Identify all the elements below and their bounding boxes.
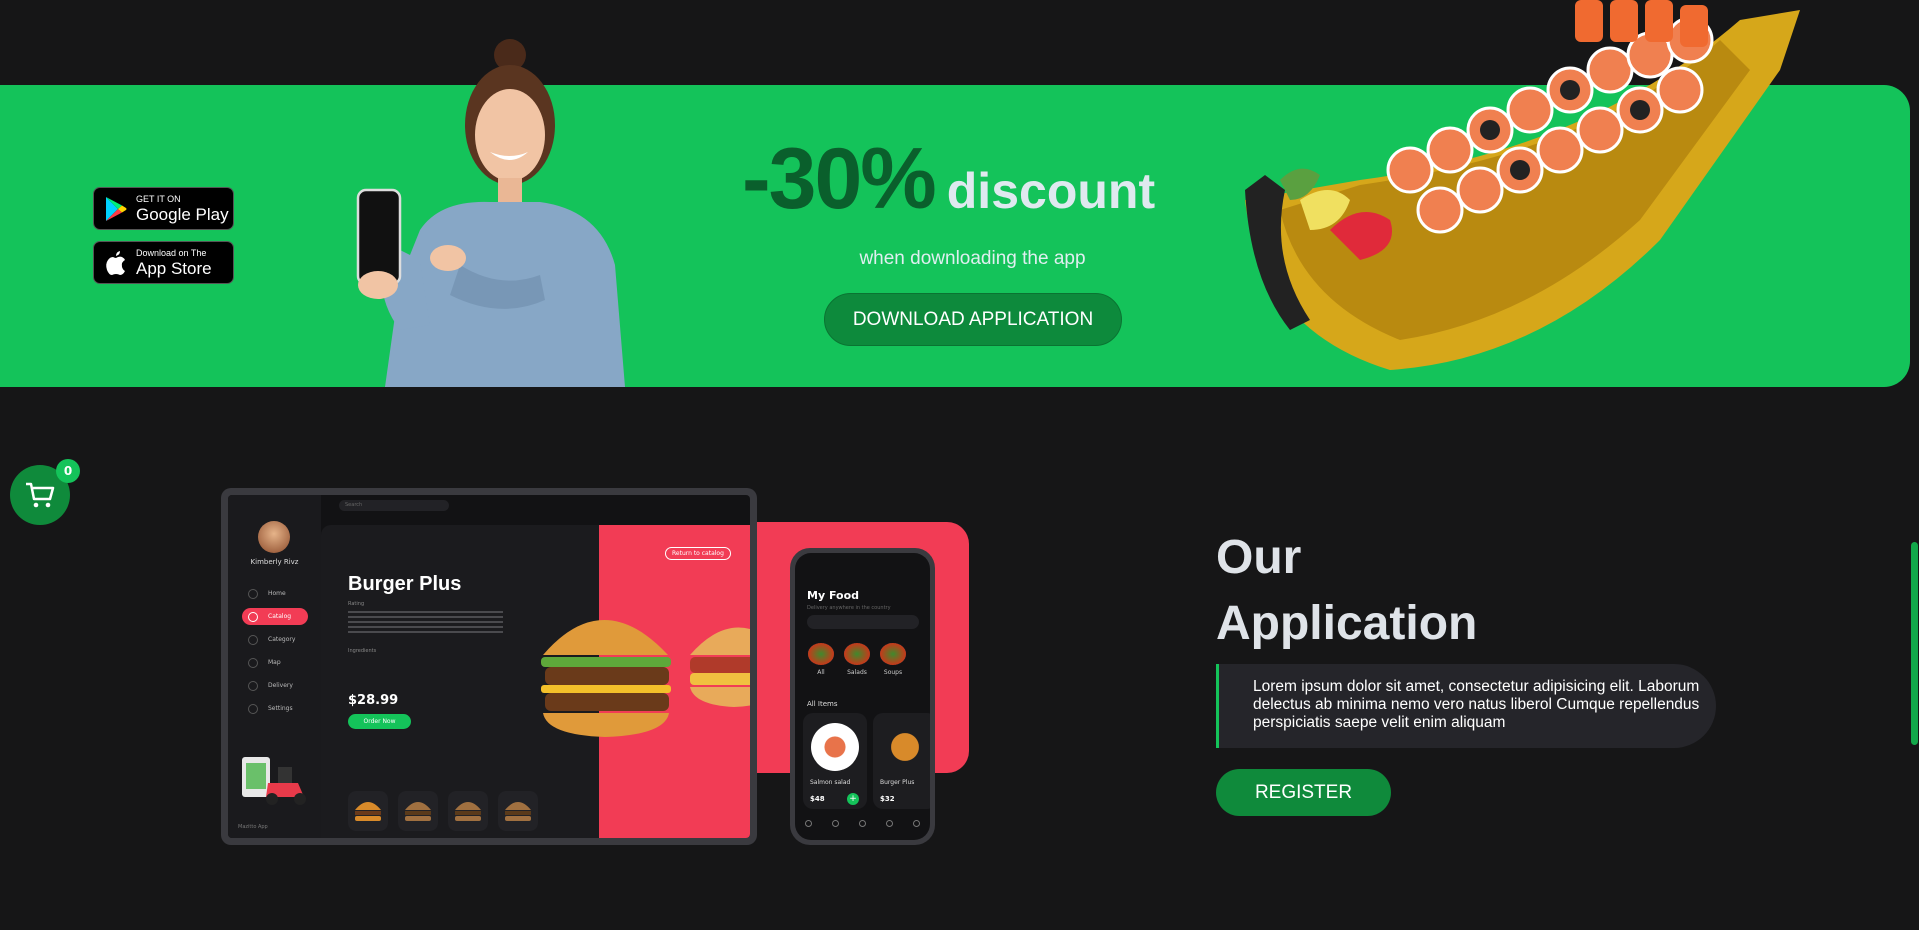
phone-mockup-image: My Food Delivery anywhere in the country… (790, 548, 935, 845)
section-title-line1: Our (1216, 531, 1302, 584)
discount-word: discount (946, 163, 1156, 219)
phone-item-price: $32 (880, 795, 895, 803)
phone-item-name: Salmon salad (810, 779, 851, 786)
tablet-mockup-image: Kimberly Rivz Home Catalog Category Map … (221, 488, 757, 845)
download-application-button[interactable]: DOWNLOAD APPLICATION (824, 293, 1122, 346)
burger-thumbnail (448, 791, 488, 831)
phone-subtitle: Delivery anywhere in the country (807, 605, 891, 611)
section-description: Lorem ipsum dolor sit amet, consectetur … (1216, 664, 1716, 748)
add-icon: + (847, 793, 859, 805)
phone-title: My Food (807, 589, 860, 602)
tablet-rating-label: Rating (348, 601, 365, 607)
burger-image (881, 723, 929, 771)
sushi-boat-image (1245, 0, 1800, 370)
tablet-thumbnails (348, 791, 538, 831)
salmon-salad-image (811, 723, 859, 771)
tablet-nav-settings: Settings (242, 700, 308, 717)
discount-subtext: when downloading the app (859, 248, 1086, 269)
burger-hero-image (541, 620, 671, 737)
phone-tabbar (805, 820, 920, 832)
section-title-line2: Application (1216, 597, 1478, 650)
tablet-product-price: $28.99 (348, 693, 399, 708)
discount-percent: -30% (742, 131, 937, 227)
phone-category: All (807, 643, 835, 676)
tablet-nav-home: Home (242, 585, 308, 602)
phone-category: Salads (843, 643, 871, 676)
burger-thumbnail (498, 791, 538, 831)
tablet-order-button: Order Now (348, 714, 411, 729)
scrollbar-track[interactable] (1910, 0, 1919, 930)
phone-item-card: Burger Plus $32 (873, 713, 930, 809)
phone-search-input (807, 615, 919, 629)
tablet-ingredients-label: Ingredients (348, 648, 377, 654)
google-play-button[interactable]: GET IT ON Google Play (93, 187, 234, 230)
google-play-large-text: Google Play (136, 204, 229, 224)
phone-category: Soups (879, 643, 907, 676)
burger-secondary-image (690, 627, 750, 707)
phone-item-price: $48 (810, 795, 825, 803)
register-button[interactable]: REGISTER (1216, 769, 1391, 816)
tablet-user-name: Kimberly Rivz (250, 558, 299, 566)
woman-with-phone-image (356, 39, 625, 387)
tablet-nav-delivery: Delivery (242, 677, 308, 694)
cart-count-badge: 0 (56, 459, 80, 483)
avatar (258, 521, 290, 553)
tablet-topbar: Search (321, 495, 750, 523)
phone-categories: All Salads Soups (807, 643, 907, 676)
tablet-product-title: Burger Plus (348, 573, 462, 595)
scrollbar-thumb[interactable] (1911, 542, 1918, 745)
phone-item-name: Burger Plus (880, 779, 915, 786)
tablet-product-description (348, 611, 503, 635)
tablet-nav-category: Category (242, 631, 308, 648)
phone-all-items-label: All Items (807, 700, 838, 708)
tablet-nav-map: Map (242, 654, 308, 671)
app-store-large-text: App Store (136, 258, 212, 278)
burger-thumbnail (348, 791, 388, 831)
tablet-footer-text: Mazitto App (238, 824, 268, 830)
tablet-nav-catalog: Catalog (242, 608, 308, 625)
delivery-scooter-illustration (242, 757, 306, 805)
section-title: Our Application (1216, 525, 1576, 657)
app-store-small-text: Download on The (136, 247, 207, 258)
app-store-button[interactable]: Download on The App Store (93, 241, 234, 284)
cart-icon (26, 482, 55, 508)
google-play-small-text: GET IT ON (136, 193, 181, 204)
tablet-search-input: Search (339, 500, 449, 511)
phone-item-card: Salmon salad $48 + (803, 713, 867, 809)
apple-icon (102, 249, 130, 277)
google-play-icon (102, 195, 130, 223)
discount-headline: -30% discount (742, 130, 1222, 227)
tablet-sidebar: Kimberly Rivz Home Catalog Category Map … (228, 495, 321, 838)
burger-thumbnail (398, 791, 438, 831)
tablet-return-button: Return to catalog (665, 547, 731, 560)
